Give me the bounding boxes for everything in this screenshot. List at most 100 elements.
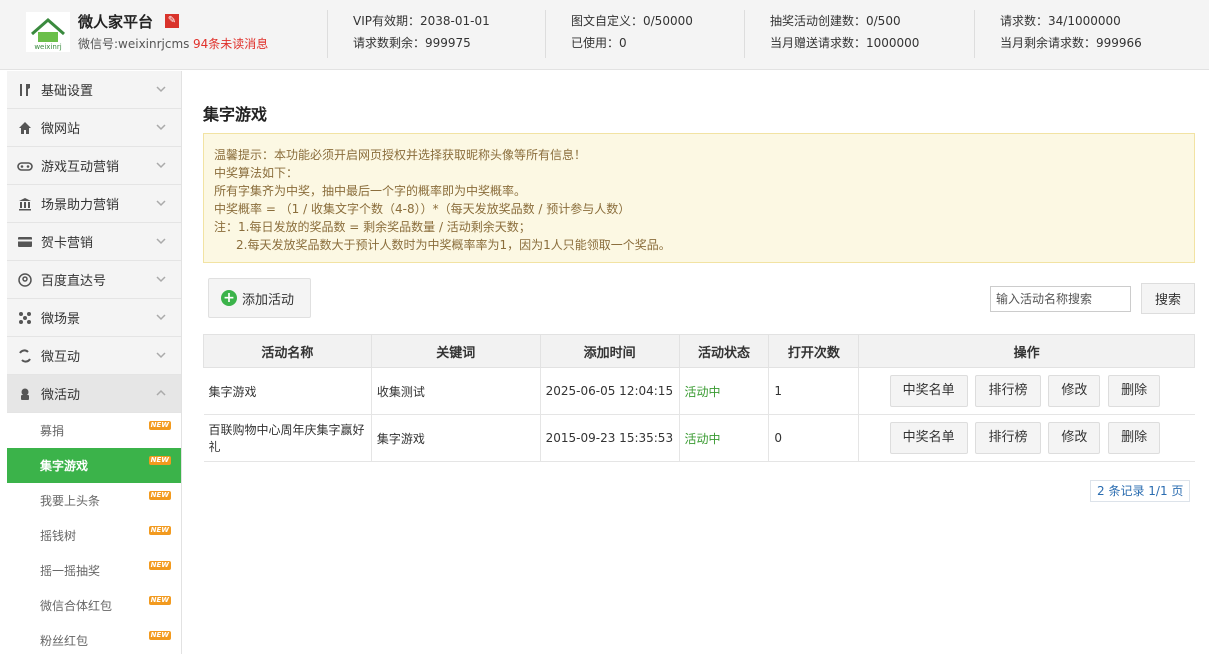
cell-status: 活动中	[679, 414, 770, 462]
activity-table: 活动名称 关键词 添加时间 活动状态 打开次数 操作 集字游戏 收集测试 202…	[203, 334, 1195, 462]
stats-col-lottery: 抽奖活动创建数：0/500 当月赠送请求数：1000000	[744, 10, 919, 58]
cell-time: 2015-09-23 15:35:53	[540, 414, 680, 462]
sidebar-subitem-label: 集字游戏	[40, 459, 89, 473]
scene-icon	[17, 310, 33, 326]
chevron-down-icon	[156, 162, 166, 169]
sidebar-item-micro-interact[interactable]: 微互动	[7, 337, 181, 375]
cell-keyword: 集字游戏	[371, 414, 541, 462]
card-icon	[17, 234, 33, 250]
chevron-down-icon	[156, 238, 166, 245]
sidebar-subitem-shake-lottery[interactable]: 摇一摇抽奖 NEW	[7, 553, 181, 588]
sidebar-subitem-label: 微信合体红包	[40, 599, 113, 613]
notice-line: 中奖概率 = （1 / 收集文字个数（4-8））*（每天发放奖品数 / 预计参与…	[214, 202, 631, 216]
new-badge: NEW	[148, 456, 171, 465]
stat-monthly-remaining: 当月剩余请求数：999966	[1000, 36, 1142, 50]
cell-name: 集字游戏	[203, 367, 372, 415]
sidebar-item-label: 场景助力营销	[41, 198, 120, 213]
add-activity-button[interactable]: + 添加活动	[208, 278, 311, 318]
stat-custom-content: 图文自定义：0/50000	[571, 14, 693, 28]
search-input[interactable]	[990, 286, 1131, 312]
stats-col-content: 图文自定义：0/50000 已使用：0	[545, 10, 693, 58]
sidebar-item-label: 贺卡营销	[41, 236, 94, 251]
sidebar-subitem-combo-redpacket[interactable]: 微信合体红包 NEW	[7, 588, 181, 623]
new-badge: NEW	[148, 596, 171, 605]
ranking-button[interactable]: 排行榜	[975, 422, 1041, 454]
chevron-down-icon	[156, 276, 166, 283]
search-button[interactable]: 搜索	[1141, 283, 1195, 314]
unread-messages-link[interactable]: 94条未读消息	[193, 35, 268, 52]
sidebar: 基础设置 微网站 游戏互动营销 场景助力营销 贺卡营销 百度直达号 微场景 微互…	[7, 71, 182, 658]
chevron-up-icon	[156, 389, 166, 396]
notice-line: 中奖算法如下：	[214, 166, 299, 180]
column-header: 活动状态	[678, 334, 770, 368]
interact-icon	[17, 348, 33, 364]
sidebar-subitem-label: 摇钱树	[40, 529, 77, 543]
sidebar-item-label: 百度直达号	[41, 274, 107, 289]
new-badge: NEW	[148, 631, 171, 640]
wechat-id: 微信号:weixinrjcms	[78, 37, 190, 51]
new-badge: NEW	[148, 421, 171, 430]
top-header: weixinrj 微人家平台 ✎ 微信号:weixinrjcms 94条未读消息…	[0, 0, 1209, 70]
sidebar-subitem-label: 募捐	[40, 424, 65, 438]
table-row: 百联购物中心周年庆集字赢好礼 集字游戏 2015-09-23 15:35:53 …	[203, 414, 1195, 462]
cell-opens: 1	[768, 367, 860, 415]
sidebar-subitem-donation[interactable]: 募捐 NEW	[7, 413, 181, 448]
notice-line: 2.每天发放奖品数大于预计人数时为中奖概率率为1，因为1人只能领取一个奖品。	[236, 238, 671, 252]
sidebar-subitem-headline[interactable]: 我要上头条 NEW	[7, 483, 181, 518]
delete-button[interactable]: 删除	[1108, 422, 1161, 454]
sidebar-item-label: 游戏互动营销	[41, 160, 120, 175]
new-badge: NEW	[148, 491, 171, 500]
winners-list-button[interactable]: 中奖名单	[889, 422, 968, 454]
stat-monthly-gift: 当月赠送请求数：1000000	[770, 36, 920, 50]
chevron-down-icon	[156, 86, 166, 93]
table-row: 集字游戏 收集测试 2025-06-05 12:04:15 活动中 1 中奖名单…	[203, 367, 1195, 415]
cell-name: 百联购物中心周年庆集字赢好礼	[203, 414, 372, 462]
tools-icon	[17, 82, 33, 98]
sidebar-subitem-collect-words[interactable]: 集字游戏 NEW	[7, 448, 181, 483]
sidebar-item-game-marketing[interactable]: 游戏互动营销	[7, 147, 181, 185]
sidebar-item-baidu-direct[interactable]: 百度直达号	[7, 261, 181, 299]
stat-requests: 请求数：34/1000000	[1000, 14, 1121, 28]
sidebar-item-scene-marketing[interactable]: 场景助力营销	[7, 185, 181, 223]
sidebar-item-micro-site[interactable]: 微网站	[7, 109, 181, 147]
edit-button[interactable]: 修改	[1048, 375, 1101, 407]
sidebar-item-basic-settings[interactable]: 基础设置	[7, 71, 181, 109]
chevron-down-icon	[156, 200, 166, 207]
cell-time: 2025-06-05 12:04:15	[540, 367, 680, 415]
sidebar-subitem-fans-redpacket[interactable]: 粉丝红包 NEW	[7, 623, 181, 658]
table-header-row: 活动名称 关键词 添加时间 活动状态 打开次数 操作	[203, 334, 1195, 368]
add-activity-label: 添加活动	[242, 292, 295, 308]
notice-line: 温馨提示：本功能必须开启网页授权并选择获取昵称头像等所有信息！	[214, 148, 587, 162]
sidebar-subitem-label: 粉丝红包	[40, 634, 89, 648]
sidebar-subitem-label: 摇一摇抽奖	[40, 564, 101, 578]
edit-icon[interactable]: ✎	[165, 14, 179, 28]
sidebar-item-label: 微活动	[41, 388, 81, 403]
logo-text: weixinrj	[34, 43, 61, 51]
bank-icon	[17, 196, 33, 212]
cell-status: 活动中	[679, 367, 770, 415]
winners-list-button[interactable]: 中奖名单	[889, 375, 968, 407]
brand-title: 微人家平台	[78, 13, 154, 31]
sidebar-subitem-money-tree[interactable]: 摇钱树 NEW	[7, 518, 181, 553]
sidebar-item-micro-scene[interactable]: 微场景	[7, 299, 181, 337]
stat-used: 已使用：0	[571, 36, 627, 50]
delete-button[interactable]: 删除	[1108, 375, 1161, 407]
cell-keyword: 收集测试	[371, 367, 541, 415]
notice-box: 温馨提示：本功能必须开启网页授权并选择获取昵称头像等所有信息！ 中奖算法如下： …	[203, 133, 1195, 263]
column-header: 操作	[858, 334, 1195, 368]
sidebar-item-greeting-card[interactable]: 贺卡营销	[7, 223, 181, 261]
column-header: 活动名称	[203, 334, 372, 368]
target-icon	[17, 272, 33, 288]
sidebar-subitem-label: 我要上头条	[40, 494, 101, 508]
sidebar-item-micro-activity[interactable]: 微活动	[7, 375, 181, 413]
cell-actions: 中奖名单 排行榜 修改 删除	[858, 367, 1195, 415]
column-header: 添加时间	[539, 334, 680, 368]
stat-vip-expiry: VIP有效期：2038-01-01	[353, 14, 490, 28]
stat-lottery-created: 抽奖活动创建数：0/500	[770, 14, 901, 28]
page-title: 集字游戏	[203, 105, 268, 124]
activity-icon	[17, 386, 33, 402]
sidebar-item-label: 微网站	[41, 122, 81, 137]
plus-circle-icon: +	[221, 290, 237, 306]
edit-button[interactable]: 修改	[1048, 422, 1101, 454]
ranking-button[interactable]: 排行榜	[975, 375, 1041, 407]
